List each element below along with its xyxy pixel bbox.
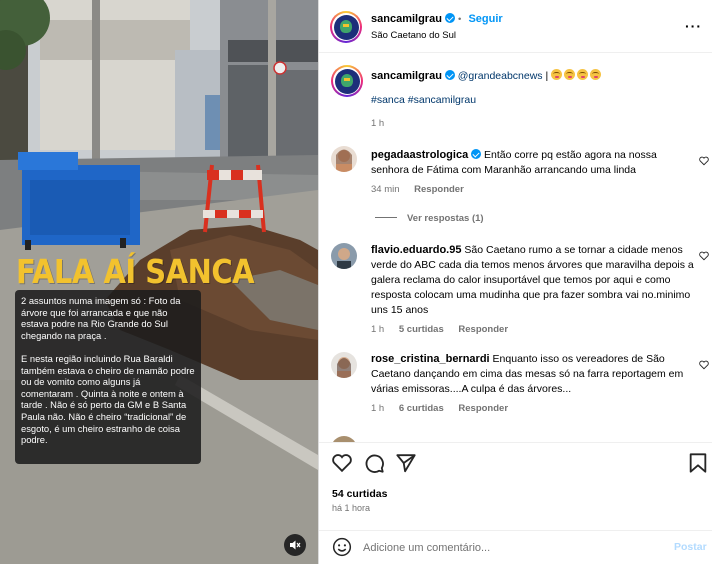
reply-button[interactable]: Responder [458,403,508,414]
post-comment-button[interactable]: Postar [674,541,707,553]
comment-likes[interactable]: 6 curtidas [399,403,444,414]
header-separator: • [458,14,462,25]
emoji-icon [590,69,602,80]
more-horizontal-icon: ··· [685,18,702,34]
headline-text: FALA AÍ SANCA [16,252,255,292]
add-comment-bar: Postar [319,530,712,564]
like-comment-heart-icon[interactable] [699,360,709,370]
more-options-button[interactable]: ··· [685,18,702,34]
comment-time[interactable]: 1 h [371,324,384,335]
author-avatar[interactable] [331,65,363,97]
reply-button[interactable]: Responder [414,184,464,195]
comments-list[interactable]: sancamilgrau @grandeabcnews | #sanca #sa… [319,54,712,442]
comment-username[interactable]: rose_cristina_bernardi [371,353,490,365]
overlay-paragraph: E nesta região incluindo Rua Baraldi tam… [21,352,195,446]
view-replies-button[interactable]: Ver respostas (1) [375,213,484,224]
comment-input[interactable] [363,539,663,557]
verified-badge-icon [471,149,482,159]
post-side-panel: sancamilgrau • Seguir São Caetano do Sul… [318,0,712,564]
follow-button[interactable]: Seguir [468,13,502,25]
like-comment-heart-icon[interactable] [699,156,709,166]
post-media[interactable]: FALA AÍ SANCA 2 assuntos numa imagem só … [0,0,318,564]
like-comment-heart-icon[interactable] [699,251,709,261]
comment-time[interactable]: 34 min [371,184,400,195]
verified-badge-icon [444,13,455,23]
like-heart-icon[interactable] [331,452,353,474]
comment-bubble-icon[interactable] [363,452,385,474]
caption-mention[interactable]: @grandeabcnews [458,70,543,82]
post-header: sancamilgrau • Seguir São Caetano do Sul… [319,0,712,53]
emoji-icon [551,69,563,80]
emoji-icon [564,69,576,80]
verified-badge-icon [444,70,455,80]
post-location[interactable]: São Caetano do Sul [371,30,456,41]
author-avatar[interactable] [330,11,362,43]
commenter-avatar[interactable] [331,352,357,378]
overlay-paragraph: 2 assuntos numa imagem só : Foto da árvo… [21,295,181,341]
emoji-icon [577,69,589,80]
overlay-text-box: 2 assuntos numa imagem só : Foto da árvo… [15,290,201,464]
caption-hashtag[interactable]: #sanca [371,94,405,106]
comment-likes[interactable]: 5 curtidas [399,324,444,335]
commenter-avatar[interactable] [331,146,357,172]
reply-button[interactable]: Responder [458,324,508,335]
share-paper-plane-icon[interactable] [395,452,417,474]
caption-hashtag[interactable]: #sancamilgrau [408,94,476,106]
mute-button[interactable] [284,534,306,556]
commenter-avatar[interactable] [331,243,357,269]
comment-username[interactable]: pegadaastrologica [371,149,468,161]
comment-username[interactable]: flavio.eduardo.95 [371,244,461,256]
post-time-ago[interactable]: há 1 hora [332,503,370,513]
caption-emojis [551,69,603,82]
caption-separator: | [545,70,549,82]
post-actions: 54 curtidas há 1 hora [319,442,712,522]
emoji-smiley-icon[interactable] [332,537,352,557]
caption-username[interactable]: sancamilgrau [371,70,442,82]
author-username[interactable]: sancamilgrau [371,13,442,25]
caption-time[interactable]: 1 h [371,118,384,129]
speaker-muted-icon [290,540,301,550]
save-bookmark-icon[interactable] [687,452,709,474]
post-likes-count[interactable]: 54 curtidas [332,488,387,500]
comment-time[interactable]: 1 h [371,403,384,414]
